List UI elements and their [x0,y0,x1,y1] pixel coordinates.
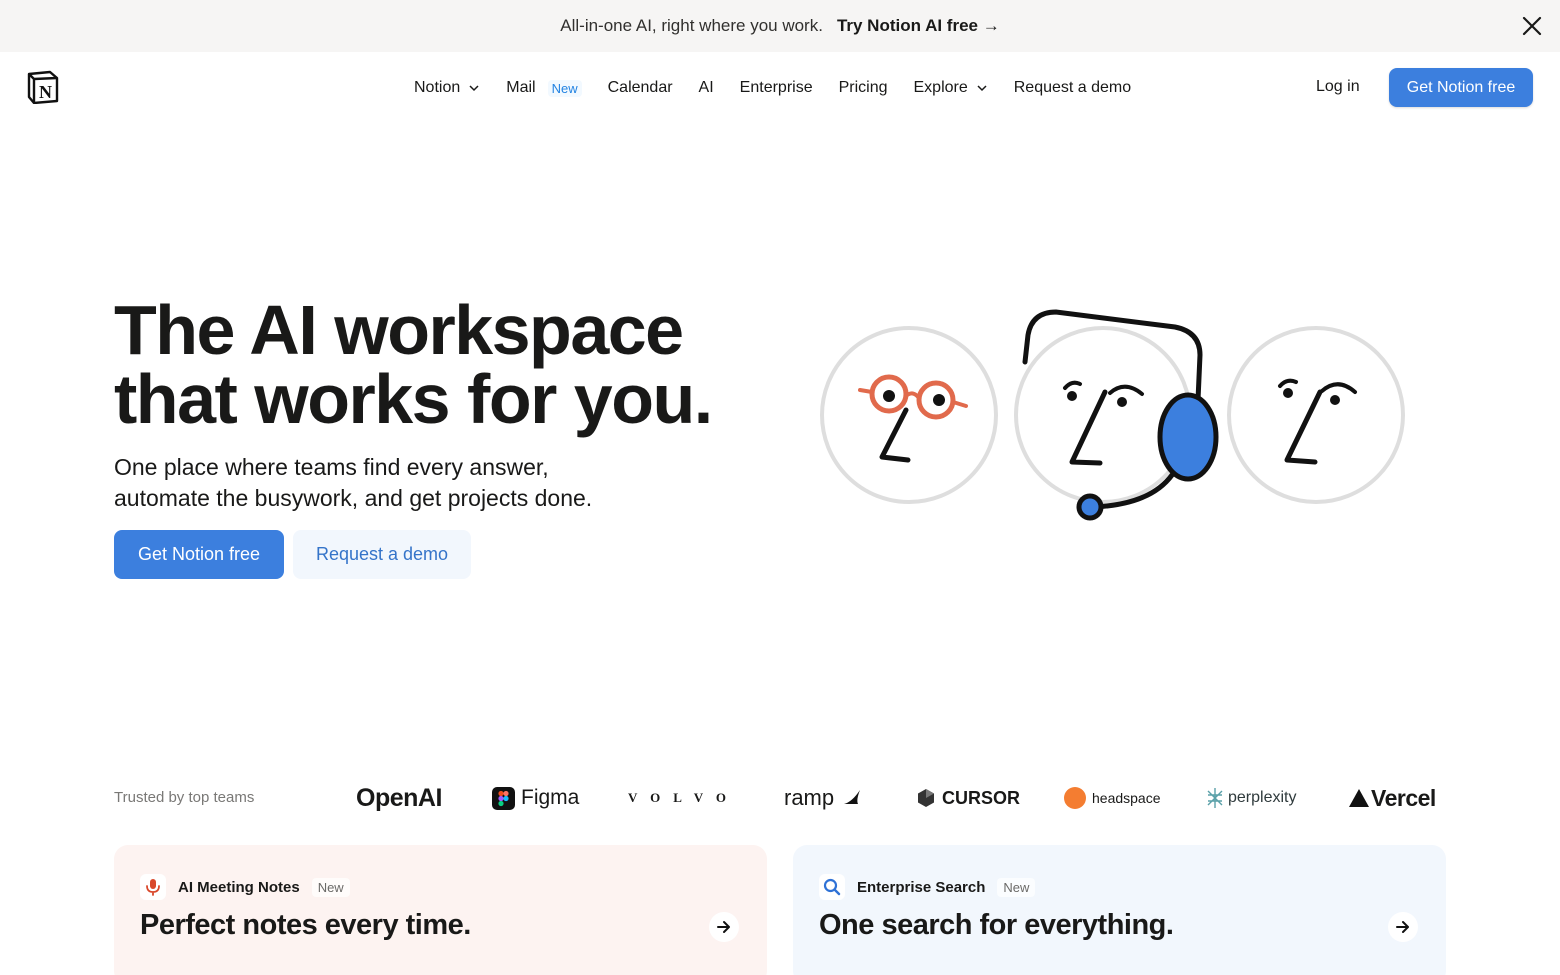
ramp-icon [844,790,861,804]
get-notion-free-button[interactable]: Get Notion free [1389,68,1533,107]
perplexity-logo: perplexity [1206,780,1296,816]
perplexity-icon [1207,788,1223,808]
face-headset-icon [1014,309,1219,521]
close-icon[interactable] [1518,12,1546,40]
nav-item-mail[interactable]: Mail New [506,79,582,97]
nav-item-label: Mail [506,79,536,96]
announcement-bar: All-in-one AI, right where you work. Try… [0,0,1560,52]
openai-logo: OpenAI [356,783,442,812]
main-nav: N Notion Mail New Calendar AI Enterprise… [0,52,1560,124]
face-glasses-icon [820,326,998,504]
card-title: Perfect notes every time. [140,909,471,941]
hero-faces-illustration [820,309,1405,521]
card-label: AI Meeting Notes [178,878,300,896]
announcement-message: All-in-one AI, right where you work. [560,16,823,35]
hero-title-line-2: that works for you. [114,360,713,438]
face-plain-icon [1227,326,1405,504]
nav-item-ai[interactable]: AI [699,79,714,97]
cursor-wordmark: CURSOR [942,787,1021,808]
notion-logo-icon[interactable]: N [26,70,60,105]
volvo-logo: VOLVO [628,790,739,805]
chevron-down-icon [977,85,987,92]
hero-get-notion-free-button[interactable]: Get Notion free [114,530,284,579]
headspace-dot-icon [1064,787,1086,809]
hero-title-line-1: The AI workspace [114,291,684,369]
new-badge: New [997,877,1036,897]
card-title: One search for everything. [819,909,1174,941]
headspace-wordmark: headspace [1092,790,1161,806]
card-label: Enterprise Search [857,878,986,896]
nav-item-calendar[interactable]: Calendar [608,79,673,97]
customer-logos: OpenAI Figma VOLVO ramp CURSOR headspace… [354,780,1449,816]
try-notion-ai-link[interactable]: Try Notion AI free → [837,16,1000,36]
hero-subtitle-line-1: One place where teams find every answer, [114,454,549,480]
nav-item-label: Explore [913,79,968,96]
ramp-wordmark: ramp [784,785,835,810]
new-badge: New [547,79,582,97]
figma-icon [492,786,515,810]
hero-title: The AI workspace that works for you. [114,295,774,434]
card-header: AI Meeting Notes New [140,874,350,900]
headspace-logo: headspace [1064,780,1161,816]
login-link[interactable]: Log in [1316,78,1360,96]
feature-card-meeting-notes[interactable]: AI Meeting Notes New Perfect notes every… [114,845,767,975]
ramp-logo: ramp [784,780,862,816]
perplexity-wordmark: perplexity [1228,789,1297,806]
vercel-logo: Vercel [1348,780,1436,816]
hero-request-demo-button[interactable]: Request a demo [293,530,471,579]
vercel-wordmark: Vercel [1371,784,1436,811]
chevron-down-icon [469,85,479,92]
svg-text:N: N [39,82,52,102]
nav-item-explore[interactable]: Explore [914,79,988,97]
nav-links: Notion Mail New Calendar AI Enterprise P… [414,52,1157,124]
card-header: Enterprise Search New [819,874,1036,900]
nav-item-label: Notion [414,79,461,96]
feature-card-enterprise-search[interactable]: Enterprise Search New One search for eve… [793,845,1446,975]
nav-item-pricing[interactable]: Pricing [839,79,888,97]
arrow-right-icon[interactable] [709,912,739,942]
microphone-icon [140,874,166,900]
hero-subtitle-line-2: automate the busywork, and get projects … [114,485,593,511]
trusted-label: Trusted by top teams [114,789,255,806]
search-icon [819,874,845,900]
nav-item-request-demo[interactable]: Request a demo [1014,79,1131,97]
cursor-icon [918,789,934,807]
arrow-right-icon[interactable] [1388,912,1418,942]
nav-item-enterprise[interactable]: Enterprise [740,79,813,97]
cursor-logo: CURSOR [916,780,1020,816]
nav-item-notion[interactable]: Notion [414,79,480,97]
figma-logo: Figma [492,780,579,816]
new-badge: New [311,877,350,897]
vercel-triangle-icon [1349,789,1369,807]
figma-wordmark: Figma [521,786,580,809]
hero-subtitle: One place where teams find every answer,… [114,452,734,514]
